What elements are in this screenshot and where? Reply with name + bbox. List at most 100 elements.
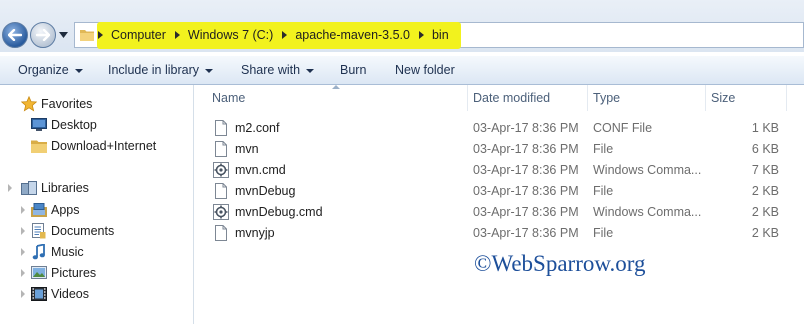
file-name: mvnDebug.cmd — [235, 204, 323, 219]
back-arrow-icon — [8, 29, 22, 41]
forward-button[interactable] — [30, 22, 56, 48]
include-in-library-label: Include in library — [108, 63, 200, 77]
breadcrumb-separator-icon[interactable] — [174, 31, 180, 39]
file-row[interactable]: mvn.cmd 03-Apr-17 8:36 PM Windows Comma.… — [194, 159, 804, 180]
column-divider[interactable] — [587, 85, 588, 111]
file-date: 03-Apr-17 8:36 PM — [473, 183, 579, 198]
column-divider[interactable] — [705, 85, 706, 111]
file-size: 6 KB — [751, 141, 779, 156]
dropdown-arrow-icon — [205, 69, 214, 73]
file-icon — [215, 224, 227, 241]
back-button[interactable] — [2, 22, 28, 48]
file-list: Name Date modified Type Size m2.conf 03-… — [194, 85, 804, 324]
file-size: 2 KB — [751, 183, 779, 198]
nav-apps-label: Apps — [51, 203, 80, 217]
column-header-type[interactable]: Type — [593, 85, 620, 111]
breadcrumb-separator-icon[interactable] — [418, 31, 424, 39]
share-with-label: Share with — [241, 63, 301, 77]
breadcrumb-separator-icon[interactable] — [282, 31, 288, 39]
column-header-size[interactable]: Size — [711, 85, 735, 111]
include-in-library-button[interactable]: Include in library — [108, 56, 214, 84]
expand-arrow-icon[interactable] — [21, 227, 25, 235]
file-row[interactable]: mvnyjp 03-Apr-17 8:36 PM File 2 KB — [194, 222, 804, 243]
file-row[interactable]: m2.conf 03-Apr-17 8:36 PM CONF File 1 KB — [194, 117, 804, 138]
pictures-library-icon — [30, 266, 47, 279]
expand-arrow-icon[interactable] — [21, 269, 25, 277]
nav-music-label: Music — [51, 245, 84, 259]
column-header-name-label: Name — [212, 91, 246, 105]
folder-icon — [30, 140, 47, 153]
file-date: 03-Apr-17 8:36 PM — [473, 141, 579, 156]
nav-pictures-label: Pictures — [51, 266, 97, 280]
file-type: File — [593, 225, 614, 240]
expand-arrow-icon[interactable] — [8, 184, 12, 192]
libraries-icon — [20, 181, 37, 195]
breadcrumb-computer[interactable]: Computer — [111, 28, 166, 42]
file-row[interactable]: mvnDebug 03-Apr-17 8:36 PM File 2 KB — [194, 180, 804, 201]
nav-download-internet-label: Download+Internet — [51, 139, 157, 153]
nav-libraries[interactable]: Libraries — [20, 178, 89, 198]
expand-arrow-icon[interactable] — [21, 248, 25, 256]
file-size: 1 KB — [751, 120, 779, 135]
documents-library-icon — [31, 223, 45, 239]
nav-pictures[interactable]: Pictures — [30, 263, 96, 283]
file-name: m2.conf — [235, 120, 280, 135]
nav-libraries-label: Libraries — [41, 181, 89, 195]
column-header-date-label: Date modified — [473, 91, 551, 105]
file-name: mvn — [235, 141, 259, 156]
breadcrumb-separator-icon[interactable] — [98, 31, 103, 39]
nav-videos[interactable]: Videos — [30, 284, 89, 304]
folder-icon — [80, 30, 94, 41]
expand-arrow-icon[interactable] — [21, 290, 25, 298]
column-header-date[interactable]: Date modified — [473, 85, 550, 111]
address-breadcrumb[interactable]: Computer Windows 7 (C:) apache-maven-3.5… — [74, 22, 804, 49]
column-divider[interactable] — [467, 85, 468, 111]
cmd-script-icon — [213, 161, 229, 178]
breadcrumb-drive[interactable]: Windows 7 (C:) — [188, 28, 273, 42]
nav-music[interactable]: Music — [30, 242, 84, 262]
breadcrumb-bin-folder[interactable]: bin — [432, 28, 449, 42]
nav-desktop[interactable]: Desktop — [30, 115, 97, 135]
watermark-text: ©WebSparrow.org — [474, 251, 646, 276]
file-type: Windows Comma... — [593, 162, 702, 177]
file-date: 03-Apr-17 8:36 PM — [473, 204, 579, 219]
file-name: mvnDebug — [235, 183, 296, 198]
file-size: 2 KB — [751, 225, 779, 240]
column-header-type-label: Type — [593, 91, 621, 105]
command-bar: Organize Include in library Share with B… — [0, 56, 804, 85]
nav-documents[interactable]: Documents — [30, 221, 114, 241]
file-name-cell: mvnDebug.cmd — [213, 201, 323, 222]
column-header-name[interactable]: Name — [212, 85, 245, 111]
file-name-cell: m2.conf — [213, 117, 279, 138]
column-divider[interactable] — [786, 85, 787, 111]
file-name: mvn.cmd — [235, 162, 286, 177]
dropdown-arrow-icon — [306, 69, 315, 73]
nav-apps[interactable]: Apps — [30, 200, 80, 220]
file-type: File — [593, 141, 614, 156]
new-folder-label: New folder — [395, 63, 455, 77]
column-header-size-label: Size — [711, 91, 736, 105]
nav-favorites-label: Favorites — [41, 97, 93, 111]
burn-button[interactable]: Burn — [340, 56, 366, 84]
breadcrumb-maven-folder[interactable]: apache-maven-3.5.0 — [295, 28, 410, 42]
star-icon — [20, 96, 37, 112]
file-type: Windows Comma... — [593, 204, 702, 219]
sort-indicator-icon — [332, 85, 340, 89]
share-with-button[interactable]: Share with — [241, 56, 315, 84]
file-icon — [215, 140, 227, 157]
nav-favorites[interactable]: Favorites — [20, 94, 92, 114]
file-name-cell: mvn — [213, 138, 259, 159]
desktop-icon — [30, 118, 47, 131]
file-date: 03-Apr-17 8:36 PM — [473, 225, 579, 240]
nav-download-internet[interactable]: Download+Internet — [30, 136, 156, 156]
file-row[interactable]: mvn 03-Apr-17 8:36 PM File 6 KB — [194, 138, 804, 159]
recent-pages-chevron-icon[interactable] — [59, 32, 68, 38]
music-library-icon — [32, 244, 45, 260]
apps-library-icon — [30, 203, 47, 217]
new-folder-button[interactable]: New folder — [395, 56, 455, 84]
navigation-pane: Favorites Desktop Download+Internet Libr… — [0, 85, 194, 324]
file-row[interactable]: mvnDebug.cmd 03-Apr-17 8:36 PM Windows C… — [194, 201, 804, 222]
organize-menu-button[interactable]: Organize — [18, 56, 83, 84]
expand-arrow-icon[interactable] — [21, 206, 25, 214]
nav-desktop-label: Desktop — [51, 118, 97, 132]
